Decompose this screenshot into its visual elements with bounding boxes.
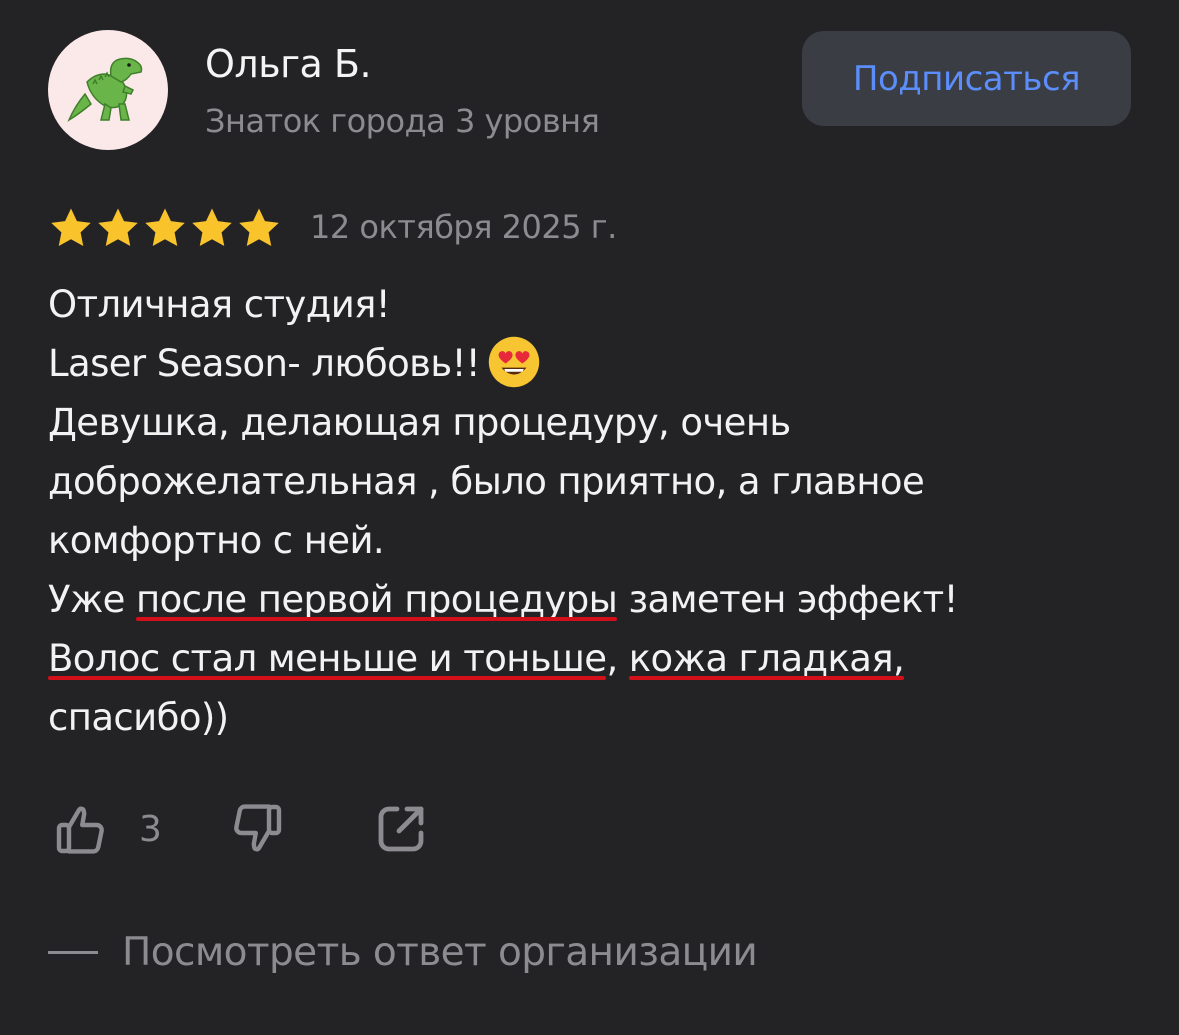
review-line: комфортно с ней.	[48, 519, 385, 562]
star-icon	[98, 208, 138, 247]
org-reply-label: Посмотреть ответ организации	[122, 930, 758, 975]
subscribe-button[interactable]: Подписаться	[802, 31, 1131, 126]
rating-stars	[48, 205, 282, 251]
thumbs-up-icon	[56, 806, 104, 854]
thumbs-down-icon	[234, 804, 282, 852]
review-line-text: Laser Season- любовь!!	[48, 342, 481, 385]
review-line: Отличная студия!	[48, 283, 391, 326]
like-button[interactable]: 3	[55, 800, 162, 858]
view-organization-reply[interactable]: Посмотреть ответ организации	[48, 930, 758, 975]
share-icon	[378, 806, 424, 852]
review-line: Уже после первой процедуры заметен эффек…	[48, 570, 1158, 629]
underlined-highlight: Волос стал меньше и тоньше	[48, 637, 607, 680]
star-icon	[192, 208, 232, 247]
dinosaur-icon	[67, 57, 143, 122]
share-button[interactable]	[373, 800, 429, 858]
review-text-segment: ,	[606, 637, 629, 680]
like-count: 3	[139, 808, 162, 850]
review-text-segment: заметен эффект!	[617, 578, 958, 621]
review-line: Волос стал меньше и тоньше, кожа гладкая…	[48, 629, 1158, 688]
review-line: доброжелательная , было приятно, а главн…	[48, 460, 925, 503]
review-date: 12 октября 2025 г.	[310, 208, 617, 246]
dash-divider	[48, 951, 98, 954]
review-card: Ольга Б. Знаток города 3 уровня Подписат…	[0, 0, 1179, 1035]
author-level: Знаток города 3 уровня	[205, 102, 600, 140]
author-name[interactable]: Ольга Б.	[205, 42, 372, 86]
dislike-button[interactable]	[227, 800, 283, 858]
underlined-highlight: кожа гладкая,	[628, 637, 905, 680]
review-text: Отличная студия! Laser Season- любовь!! …	[48, 275, 1158, 747]
star-icon	[239, 208, 279, 247]
star-icon	[51, 208, 91, 247]
review-line: Девушка, делающая процедуру, очень	[48, 401, 791, 444]
review-line: спасибо))	[48, 696, 229, 739]
heart-eyes-emoji-icon	[488, 336, 540, 387]
avatar[interactable]	[48, 30, 168, 150]
underlined-highlight: после первой процедуры	[136, 578, 618, 621]
star-icon	[145, 208, 185, 247]
review-text-segment: Уже	[48, 578, 137, 621]
review-line: Laser Season- любовь!!	[48, 334, 1158, 393]
